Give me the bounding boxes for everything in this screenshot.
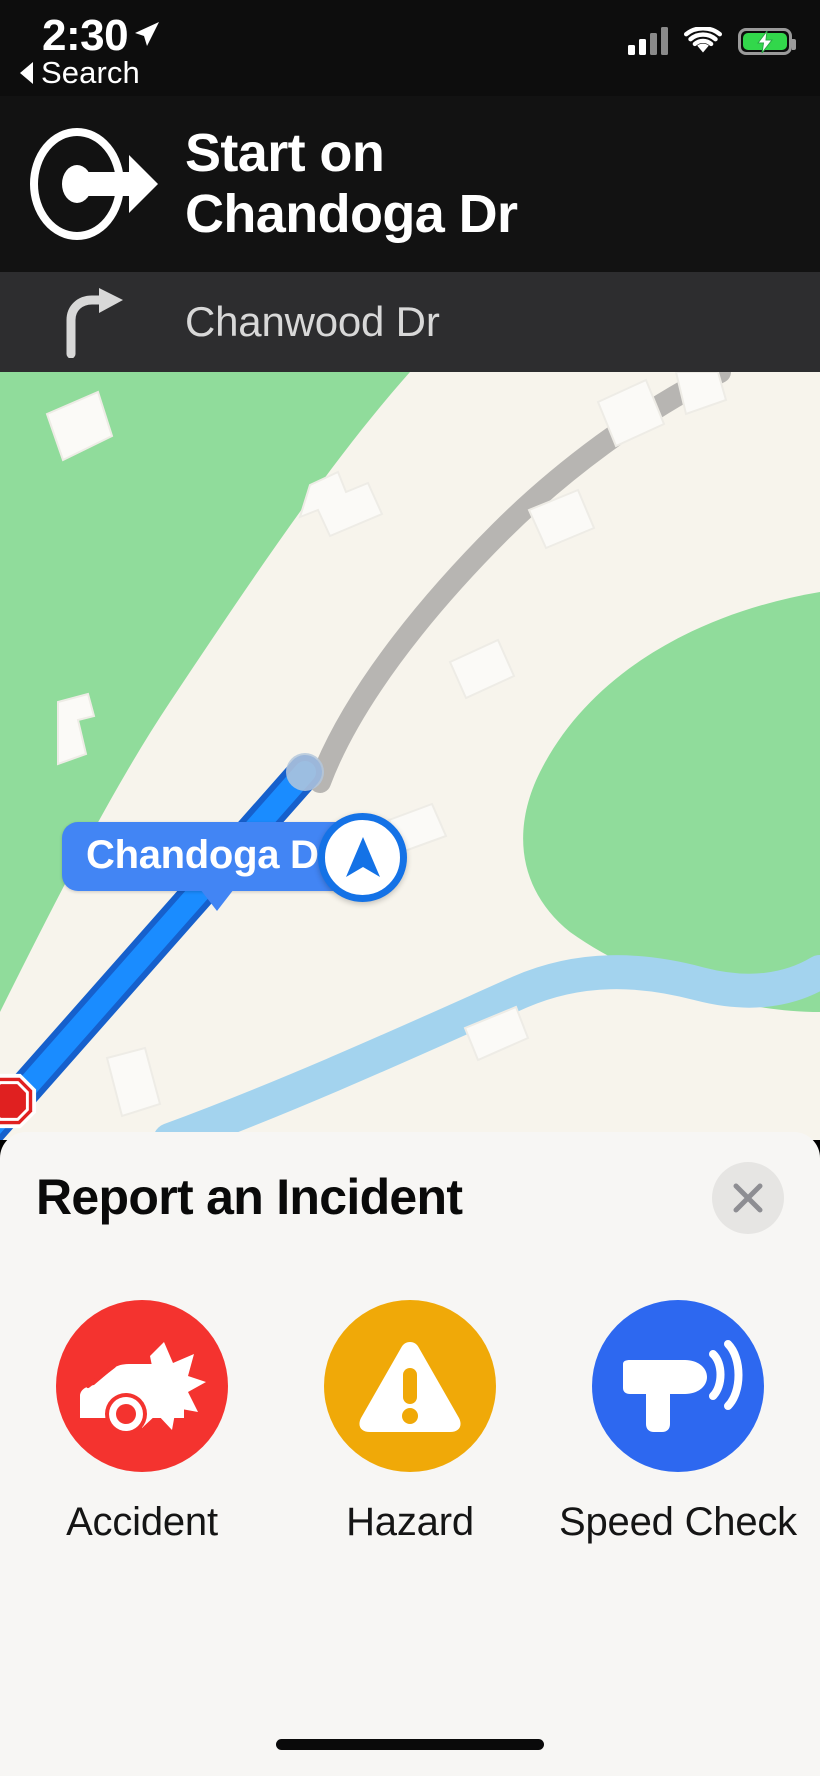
back-to-search-button[interactable]: Search: [20, 55, 140, 91]
status-time: 2:30: [42, 11, 129, 60]
status-indicators: [628, 27, 796, 55]
close-button[interactable]: [712, 1162, 784, 1234]
map-canvas[interactable]: [0, 372, 820, 1140]
sheet-header: Report an Incident: [0, 1132, 820, 1262]
navigation-instruction: Start on Chandoga Dr: [185, 122, 518, 245]
incident-option-hazard[interactable]: Hazard: [315, 1300, 505, 1545]
turn-right-icon: [0, 286, 185, 358]
car-crash-glyph: [80, 1342, 206, 1435]
start-on-road-icon: [0, 125, 185, 243]
incident-options: Accident Hazard Speed Check: [0, 1300, 820, 1545]
turn-right-glyph: [66, 288, 123, 358]
map-graphics: [0, 372, 820, 1140]
instruction-line-1: Start on: [185, 122, 385, 183]
speed-radar-icon: [592, 1300, 764, 1472]
location-arrow-icon: [135, 22, 159, 46]
wifi-icon: [684, 27, 722, 53]
charging-bolt-icon: [757, 30, 774, 53]
page-title: Report an Incident: [36, 1169, 463, 1225]
back-label: Search: [41, 55, 140, 90]
road-name-label: Chandoga Dr: [62, 822, 358, 911]
primary-navigation-banner[interactable]: Start on Chandoga Dr: [0, 96, 820, 272]
speed-radar-glyph: [623, 1340, 743, 1432]
incident-option-label: Accident: [66, 1500, 218, 1544]
car-crash-icon: [56, 1300, 228, 1472]
incident-option-label: Hazard: [346, 1500, 474, 1544]
secondary-street-name: Chanwood Dr: [185, 298, 440, 345]
close-icon: [733, 1183, 763, 1213]
cellular-signal-icon: [628, 27, 668, 55]
incident-option-accident[interactable]: Accident: [47, 1300, 237, 1545]
incident-option-speed-check[interactable]: Speed Check: [559, 1300, 797, 1545]
instruction-line-2: Chandoga Dr: [185, 184, 518, 244]
start-on-road-glyph: [30, 128, 158, 240]
warning-triangle-icon: [324, 1300, 496, 1472]
warning-triangle-glyph: [359, 1342, 461, 1432]
back-triangle-icon: [20, 62, 33, 84]
stop-sign-icon: [0, 1073, 37, 1129]
secondary-navigation-banner[interactable]: Chanwood Dr: [0, 272, 820, 372]
navigation-puck-icon: [318, 813, 407, 902]
navigation-arrow-glyph: [345, 836, 380, 877]
incident-option-label: Speed Check: [559, 1500, 797, 1544]
phone-screen: Chandoga Dr Start on Chandoga Dr Chanwoo…: [0, 0, 820, 1776]
battery-charging-icon: [738, 28, 796, 55]
home-indicator: [276, 1739, 544, 1750]
report-incident-sheet: Report an Incident Accident Hazard Speed…: [0, 1132, 820, 1776]
